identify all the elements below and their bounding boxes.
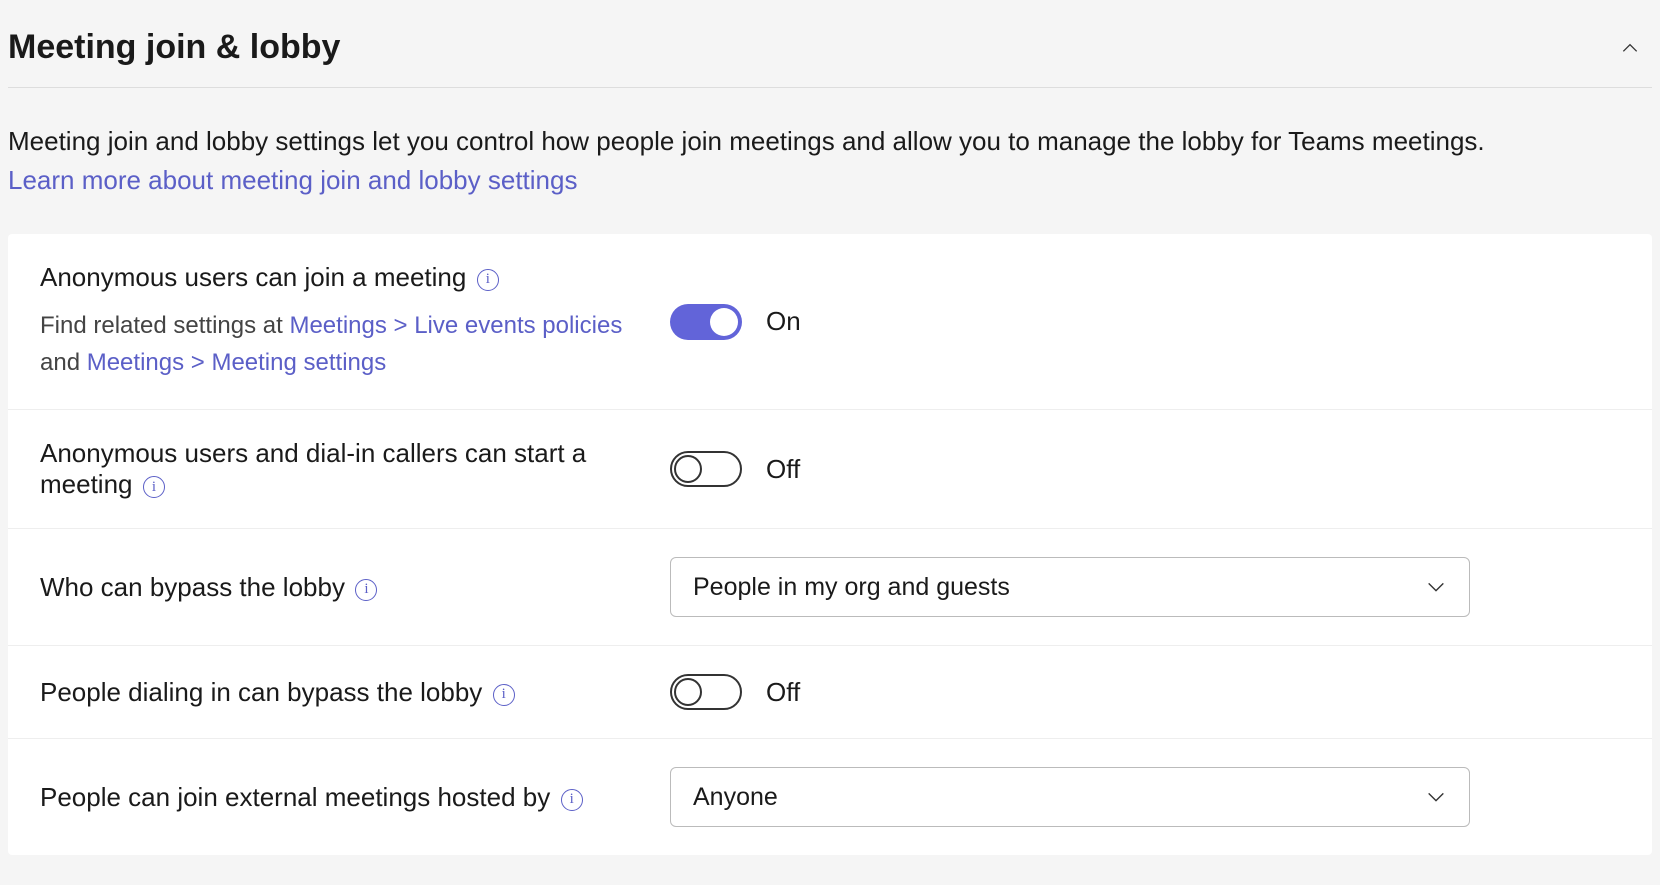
toggle-dialin-bypass[interactable]: [670, 674, 742, 710]
setting-row-anonymous-join: Anonymous users can join a meeting i Fin…: [8, 234, 1652, 410]
setting-row-external-hosted: People can join external meetings hosted…: [8, 739, 1652, 855]
toggle-value: Off: [766, 454, 800, 485]
toggle-knob: [674, 678, 702, 706]
setting-label-col: People can join external meetings hosted…: [40, 782, 670, 813]
setting-label: People dialing in can bypass the lobby: [40, 677, 482, 707]
toggle-anonymous-start[interactable]: [670, 451, 742, 487]
setting-control: Anyone: [670, 767, 1620, 827]
select-value: Anyone: [693, 783, 778, 812]
setting-label-col: Anonymous users can join a meeting i Fin…: [40, 262, 670, 381]
setting-control: People in my org and guests: [670, 557, 1620, 617]
toggle-value: Off: [766, 677, 800, 708]
description-text: Meeting join and lobby settings let you …: [8, 126, 1485, 156]
learn-more-link[interactable]: Learn more about meeting join and lobby …: [8, 165, 577, 195]
info-icon[interactable]: i: [493, 684, 515, 706]
setting-label-col: Anonymous users and dial-in callers can …: [40, 438, 670, 500]
setting-row-anonymous-start: Anonymous users and dial-in callers can …: [8, 410, 1652, 529]
meeting-lobby-panel: Meeting join & lobby Meeting join and lo…: [0, 0, 1660, 885]
info-icon[interactable]: i: [143, 476, 165, 498]
setting-sub: Find related settings at Meetings > Live…: [40, 307, 646, 381]
setting-label: Who can bypass the lobby: [40, 572, 345, 602]
info-icon[interactable]: i: [355, 579, 377, 601]
setting-row-bypass-lobby: Who can bypass the lobby i People in my …: [8, 529, 1652, 646]
toggle-anonymous-join[interactable]: [670, 304, 742, 340]
sub-mid: and: [40, 349, 87, 376]
collapse-toggle[interactable]: [1616, 34, 1644, 62]
setting-label-col: People dialing in can bypass the lobby i: [40, 677, 670, 708]
info-icon[interactable]: i: [477, 269, 499, 291]
toggle-knob: [710, 308, 738, 336]
select-bypass-lobby[interactable]: People in my org and guests: [670, 557, 1470, 617]
link-live-events-policies[interactable]: Meetings > Live events policies: [289, 312, 622, 339]
setting-control: On: [670, 304, 1620, 340]
link-meeting-settings[interactable]: Meetings > Meeting settings: [87, 349, 387, 376]
setting-label: People can join external meetings hosted…: [40, 782, 550, 812]
info-icon[interactable]: i: [561, 789, 583, 811]
setting-label: Anonymous users can join a meeting: [40, 262, 466, 292]
sub-prefix: Find related settings at: [40, 312, 289, 339]
section-title: Meeting join & lobby: [8, 28, 340, 67]
toggle-knob: [674, 455, 702, 483]
toggle-value: On: [766, 306, 801, 337]
setting-label: Anonymous users and dial-in callers can …: [40, 438, 586, 499]
chevron-up-icon: [1620, 38, 1640, 58]
section-header: Meeting join & lobby: [8, 8, 1652, 88]
setting-label-col: Who can bypass the lobby i: [40, 572, 670, 603]
select-external-hosted[interactable]: Anyone: [670, 767, 1470, 827]
chevron-down-icon: [1425, 786, 1447, 808]
chevron-down-icon: [1425, 576, 1447, 598]
setting-control: Off: [670, 674, 1620, 710]
select-value: People in my org and guests: [693, 573, 1010, 602]
setting-row-dialin-bypass: People dialing in can bypass the lobby i…: [8, 646, 1652, 739]
section-description: Meeting join and lobby settings let you …: [8, 122, 1652, 200]
setting-control: Off: [670, 451, 1620, 487]
settings-card: Anonymous users can join a meeting i Fin…: [8, 234, 1652, 855]
